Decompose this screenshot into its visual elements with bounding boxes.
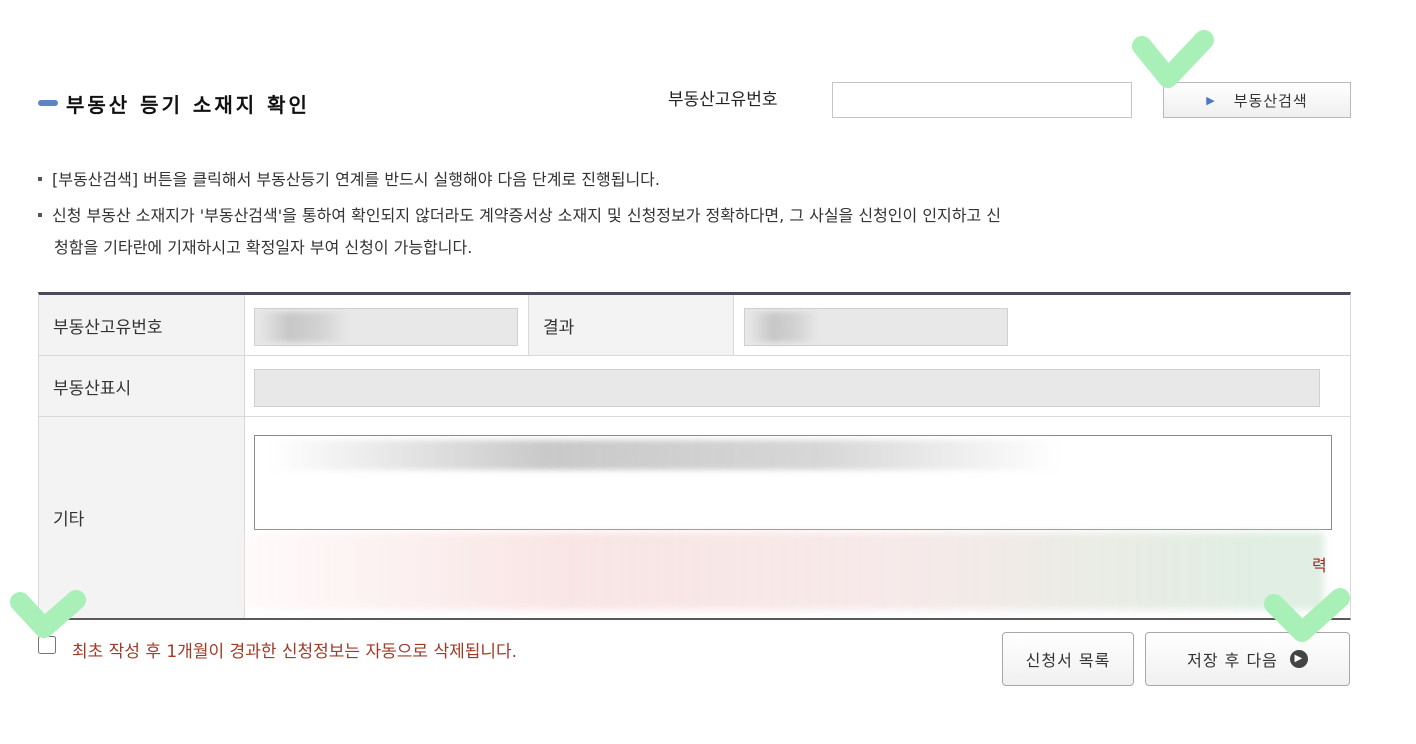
section-title: 부동산 등기 소재지 확인 bbox=[38, 88, 310, 118]
redacted-value bbox=[258, 312, 348, 342]
row-label-property-id: 부동산고유번호 bbox=[39, 295, 244, 355]
property-search-button-label: 부동산검색 bbox=[1233, 91, 1308, 110]
property-search-button[interactable]: ▶ 부동산검색 bbox=[1163, 82, 1351, 118]
auto-delete-notice: 최초 작성 후 1개월이 경과한 신청정보는 자동으로 삭제됩니다. bbox=[72, 642, 518, 662]
arrow-right-icon: ▶ bbox=[1206, 93, 1216, 107]
bullet-icon bbox=[38, 212, 42, 217]
save-and-next-button[interactable]: 저장 후 다음 ▶ bbox=[1145, 632, 1350, 686]
redacted-text bbox=[270, 440, 1060, 470]
redacted-value bbox=[748, 312, 818, 342]
page-title: 부동산 등기 소재지 확인 bbox=[66, 92, 310, 117]
title-bullet-icon bbox=[38, 100, 58, 106]
redacted-note bbox=[244, 532, 1324, 610]
row-label-property-display: 부동산표시 bbox=[39, 356, 244, 416]
row-label-etc: 기타 bbox=[39, 417, 244, 618]
application-list-button[interactable]: 신청서 목록 bbox=[1002, 632, 1134, 686]
property-display-field bbox=[254, 369, 1320, 407]
property-id-label: 부동산고유번호 bbox=[668, 90, 778, 110]
notice-search-required: [부동산검색] 버튼을 클릭해서 부동산등기 연계를 반드시 실행해야 다음 단… bbox=[38, 168, 660, 192]
notice-manual-entry: 신청 부동산 소재지가 '부동산검색'을 통하여 확인되지 않더라도 계약증서상… bbox=[38, 204, 1348, 260]
char-count-text: 력 bbox=[1312, 556, 1327, 575]
chevron-right-circle-icon: ▶ bbox=[1289, 650, 1308, 668]
bullet-icon bbox=[38, 176, 42, 181]
auto-delete-checkbox[interactable] bbox=[38, 636, 56, 654]
save-and-next-button-label: 저장 후 다음 bbox=[1187, 651, 1278, 670]
row-label-result: 결과 bbox=[529, 295, 733, 355]
application-list-button-label: 신청서 목록 bbox=[1025, 651, 1111, 670]
property-id-input[interactable] bbox=[832, 82, 1132, 118]
column-divider bbox=[733, 295, 734, 355]
